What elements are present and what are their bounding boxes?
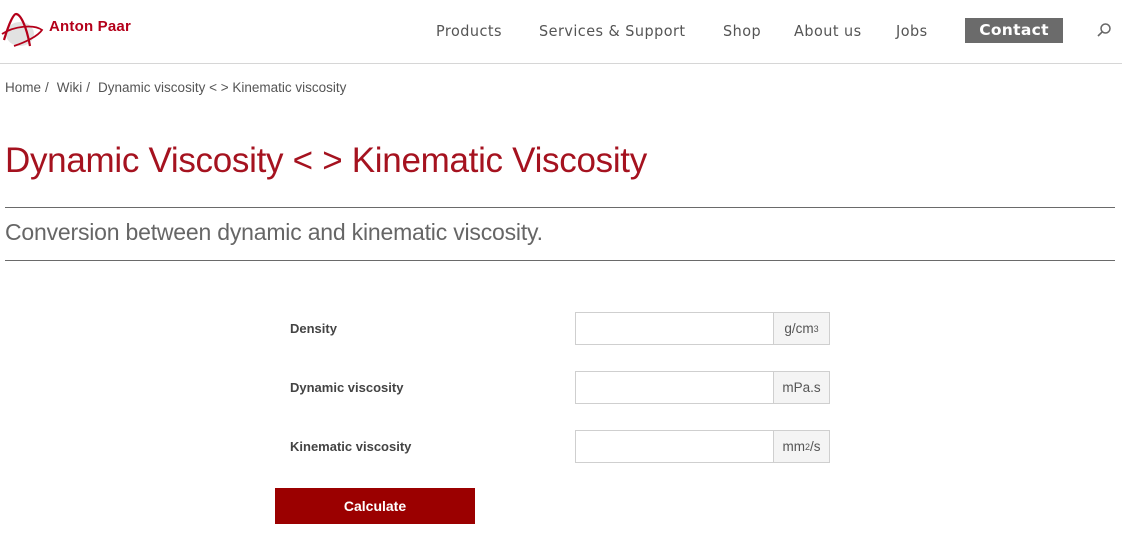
unit-tail: /s <box>810 439 821 454</box>
nav-item-shop[interactable]: Shop <box>723 18 761 44</box>
kinematic-viscosity-input[interactable] <box>576 431 773 462</box>
kinematic-viscosity-label: Kinematic viscosity <box>290 439 412 454</box>
search-icon[interactable] <box>1096 22 1112 38</box>
kinematic-viscosity-unit: mm 2/s <box>773 431 829 462</box>
density-input-group: g/cm 3 <box>575 312 830 345</box>
calculate-button[interactable]: Calculate <box>275 488 475 524</box>
page-subtitle: Conversion between dynamic and kinematic… <box>5 219 543 245</box>
logo-mark-icon <box>1 12 44 47</box>
nav-item-products[interactable]: Products <box>436 18 502 44</box>
unit-base: mPa.s <box>782 380 821 395</box>
breadcrumb-separator: / <box>45 80 49 95</box>
density-input[interactable] <box>576 313 773 344</box>
nav-item-about-us[interactable]: About us <box>794 18 862 44</box>
breadcrumb-home[interactable]: Home <box>5 80 41 95</box>
density-label: Density <box>290 321 337 336</box>
nav-item-services-support[interactable]: Services & Support <box>539 18 686 44</box>
contact-button[interactable]: Contact <box>965 18 1063 43</box>
divider <box>5 260 1115 261</box>
site-header: Anton Paar Products Services & Support S… <box>0 0 1122 64</box>
breadcrumb-wiki[interactable]: Wiki <box>57 80 83 95</box>
divider <box>5 207 1115 208</box>
anton-paar-logo[interactable]: Anton Paar <box>0 10 150 52</box>
dynamic-viscosity-input-group: mPa.s <box>575 371 830 404</box>
density-unit: g/cm 3 <box>773 313 829 344</box>
breadcrumb-separator: / <box>86 80 91 95</box>
unit-base: g/cm <box>784 321 814 336</box>
page-title: Dynamic Viscosity < > Kinematic Viscosit… <box>5 141 647 180</box>
dynamic-viscosity-input[interactable] <box>576 372 773 403</box>
brand-name: Anton Paar <box>49 18 132 35</box>
nav-item-jobs[interactable]: Jobs <box>896 18 928 44</box>
dynamic-viscosity-unit: mPa.s <box>773 372 829 403</box>
kinematic-viscosity-input-group: mm 2/s <box>575 430 830 463</box>
breadcrumb: Home / Wiki / Dynamic viscosity < > Kinemati… <box>5 80 350 95</box>
dynamic-viscosity-label: Dynamic viscosity <box>290 380 404 395</box>
breadcrumb-current: Dynamic viscosity < > Kinematic viscosit… <box>98 80 347 95</box>
unit-base: mm <box>782 439 805 454</box>
